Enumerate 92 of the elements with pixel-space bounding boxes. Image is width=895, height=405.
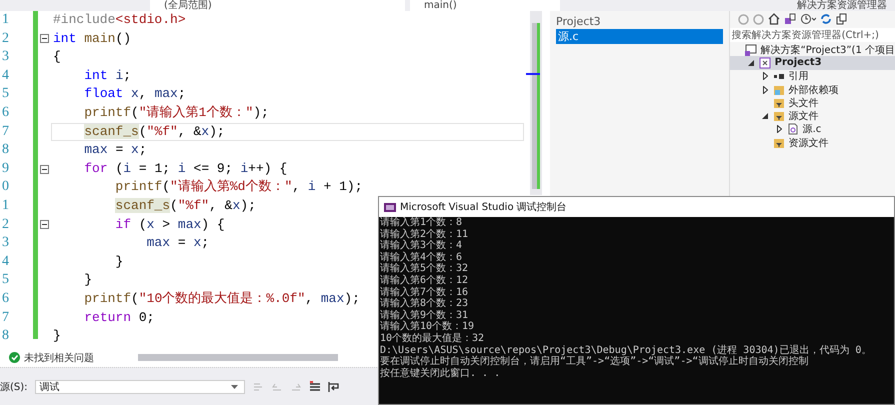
line-number: 4 (1, 252, 10, 271)
code-line: } (114, 254, 124, 269)
copy-icon[interactable] (836, 13, 848, 25)
tree-item[interactable]: 解决方案“Project3”(1 个项目 (730, 43, 895, 56)
horizontal-scrollbar[interactable] (138, 354, 338, 361)
source-label: 源(S): (0, 381, 28, 394)
code-line: int i; (83, 68, 132, 83)
line-number: 1 (1, 11, 10, 29)
collapsed-arrow-icon[interactable] (762, 86, 768, 94)
home-icon[interactable] (768, 13, 780, 25)
line-number: 5 (1, 271, 10, 290)
line-number: 3 (1, 234, 10, 252)
clear-all-icon[interactable] (308, 381, 321, 393)
console-line: 请输入第10个数：19 (380, 321, 476, 332)
folder-icon (772, 96, 785, 109)
console-line: 请输入第9个数：31 (380, 310, 470, 321)
collapsed-arrow-icon[interactable] (762, 72, 768, 80)
tree-item[interactable]: 源文件 (730, 109, 895, 123)
console-title: Microsoft Visual Studio 调试控制台 (400, 200, 567, 214)
console-icon (384, 202, 396, 212)
code-line: return 0; (83, 310, 154, 324)
line-number: 2 (1, 216, 10, 234)
project-icon (758, 56, 771, 69)
expanded-arrow-icon[interactable] (748, 60, 754, 66)
console-line: 请输入第4个数：6 (380, 252, 464, 263)
switch-view-icon[interactable] (784, 13, 796, 25)
c-file-icon (786, 123, 799, 136)
code-line: max = x; (146, 235, 210, 250)
solution-icon (744, 44, 757, 56)
tree-item[interactable]: 引用 (730, 70, 895, 83)
console-line: 请输入第8个数：23 (380, 298, 470, 310)
line-number: 1 (1, 196, 10, 215)
console-line: 要在调试停止时自动关闭控制台，请启用“工具”->“选项”->“调试”->“调试停止时自动关闭控制 (380, 356, 810, 368)
tree-item[interactable]: 源.c (730, 122, 895, 136)
code-line: float x, max; (83, 86, 186, 102)
group-label: Project3 (556, 15, 601, 29)
console-line: 请输入第2个数：11 (380, 228, 470, 240)
status-message: 未找到相关问题 (24, 352, 94, 364)
expanded-arrow-icon[interactable] (762, 113, 768, 120)
console-line: 10个数的最大值是：32 (380, 332, 486, 345)
code-line: } (83, 272, 92, 288)
code-line: printf("请输入第1个数："); (83, 104, 269, 120)
check-icon (9, 352, 20, 363)
console-line: 请输入第1个数：8 (380, 217, 464, 228)
code-line: for (i = 1; i <= 9; i++) { (83, 160, 288, 176)
line-number: 6 (1, 104, 10, 122)
code-line: if (x > max) { (114, 216, 225, 232)
line-number: 6 (1, 290, 10, 308)
folder-icon (772, 136, 785, 149)
line-number: 9 (1, 160, 10, 178)
tree-item[interactable]: 外部依赖项 (730, 82, 895, 96)
line-number: 7 (1, 122, 10, 141)
history-icon[interactable] (800, 13, 816, 25)
console-line: 请输入第6个数：12 (380, 274, 470, 286)
line-number: 8 (1, 141, 10, 160)
console-line: D:\Users\ASUS\source\repos\Project3\Debug\Project3.exe (进程 30304)已退出，代码为 0。 (380, 344, 872, 356)
tree-item[interactable]: Project3 (730, 56, 895, 70)
line-number: 0 (1, 178, 10, 196)
code-line: scanf_s("%f", &x); (114, 198, 256, 213)
code-line: scanf_s("%f", &x); (83, 124, 225, 139)
console-line: 按任意键关闭此窗口. . . (380, 368, 502, 380)
word-wrap-icon[interactable] (328, 381, 340, 393)
member-dropdown[interactable]: main() (410, 0, 560, 11)
tree-item[interactable]: 资源文件 (730, 136, 895, 150)
line-number: 4 (1, 66, 10, 85)
dropdown-caret-icon[interactable] (230, 385, 238, 389)
code-line: int main() (53, 30, 132, 46)
scope-dropdown[interactable]: (全局范围) (150, 0, 405, 11)
refresh-icon[interactable] (820, 13, 832, 25)
line-number: 7 (1, 308, 10, 326)
file-item[interactable]: 源.c (556, 29, 723, 44)
collapse-icon[interactable] (40, 34, 49, 44)
folder-icon (772, 84, 785, 96)
line-number: 3 (1, 48, 10, 66)
console-line: 请输入第7个数：16 (380, 286, 470, 298)
code-line: printf("请输入第%d个数：", i + 1); (114, 179, 363, 194)
code-line: printf("10个数的最大值是：%.0f", max); (83, 290, 360, 306)
line-number: 8 (1, 327, 10, 346)
code-line: } (53, 328, 61, 344)
tree-item[interactable]: 头文件 (730, 96, 895, 110)
folder-icon (772, 110, 785, 122)
collapse-icon[interactable] (40, 220, 49, 230)
collapse-icon[interactable] (40, 164, 49, 174)
console-line: 请输入第5个数：32 (380, 263, 470, 274)
code-line: #include<stdio.h> (53, 12, 186, 27)
source-dropdown[interactable]: 调试 (34, 380, 245, 394)
code-line: { (53, 49, 61, 64)
line-number: 2 (1, 30, 10, 48)
code-line: max = x; (83, 142, 147, 158)
console-line: 请输入第3个数：4 (380, 240, 464, 252)
line-number: 5 (1, 85, 10, 104)
collapsed-arrow-icon[interactable] (776, 125, 782, 134)
